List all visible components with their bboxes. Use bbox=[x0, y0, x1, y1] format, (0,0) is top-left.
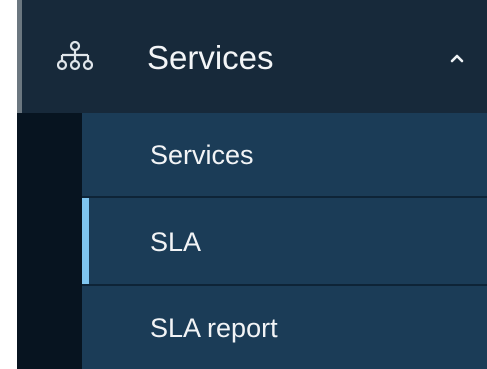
submenu-item-label: SLA bbox=[150, 227, 202, 257]
sidebar-menu: Services Services SLA SLA report bbox=[17, 0, 487, 369]
menu-item-services[interactable]: Services bbox=[17, 0, 487, 113]
submenu-item-label: SLA report bbox=[150, 313, 278, 343]
submenu-item-sla[interactable]: SLA bbox=[82, 198, 487, 284]
submenu-item-label: Services bbox=[150, 140, 254, 170]
submenu-item-services[interactable]: Services bbox=[82, 113, 487, 196]
submenu: Services SLA SLA report bbox=[82, 113, 487, 369]
chevron-up-icon[interactable] bbox=[449, 52, 465, 64]
network-icon bbox=[57, 40, 93, 71]
header-left-border bbox=[17, 0, 22, 113]
submenu-gutter bbox=[17, 113, 82, 369]
submenu-item-sla-report[interactable]: SLA report bbox=[82, 286, 487, 369]
menu-header-label: Services bbox=[147, 39, 274, 76]
active-indicator bbox=[82, 198, 89, 284]
